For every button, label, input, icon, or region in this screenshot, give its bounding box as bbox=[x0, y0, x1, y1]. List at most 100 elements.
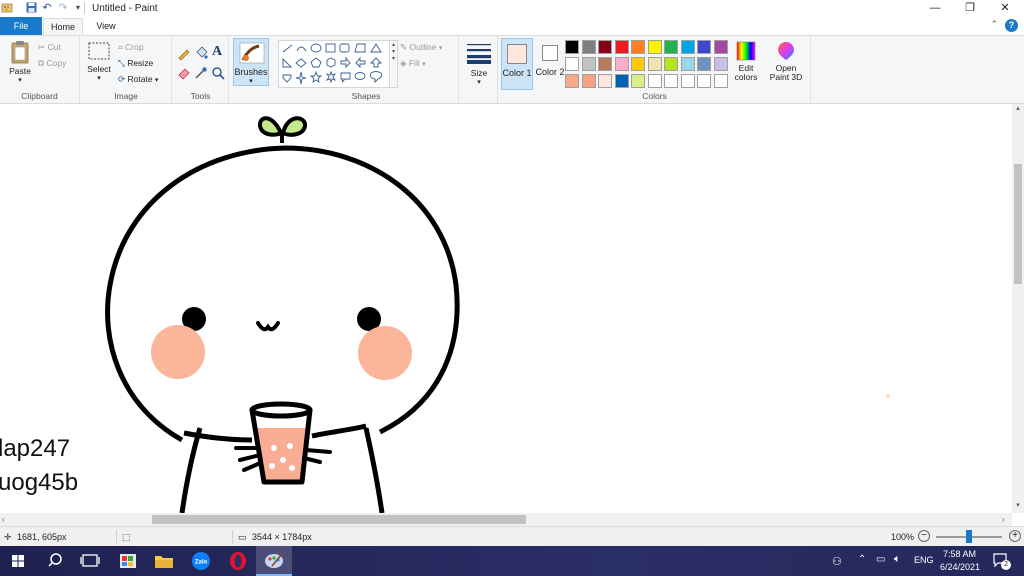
resize-button[interactable]: ⤡ Resize bbox=[118, 58, 153, 69]
canvas-workspace[interactable]: lap247 uog45b bbox=[0, 104, 1012, 513]
brushes-button[interactable]: Brushes ▾ bbox=[233, 38, 269, 86]
search-button[interactable] bbox=[37, 546, 73, 576]
palette-swatch[interactable] bbox=[614, 57, 629, 71]
scroll-up-icon[interactable]: ▴ bbox=[1012, 104, 1024, 116]
show-hidden-icons-icon[interactable]: ⌃ bbox=[858, 554, 866, 565]
drawing-canvas[interactable] bbox=[0, 104, 1012, 513]
clock-date[interactable]: 6/24/2021 bbox=[940, 562, 980, 572]
select-button[interactable]: Select ▾ bbox=[85, 42, 113, 82]
minimize-button[interactable]: — bbox=[918, 0, 952, 17]
vertical-scroll-thumb[interactable] bbox=[1014, 164, 1022, 284]
redo-icon[interactable]: ↷ bbox=[57, 2, 69, 14]
paste-dropdown-icon[interactable]: ▾ bbox=[5, 76, 35, 84]
edit-colors-button[interactable]: Edit colors bbox=[731, 40, 761, 82]
rotate-button[interactable]: ⟳ Rotate ▾ bbox=[118, 74, 158, 85]
palette-swatch[interactable] bbox=[581, 57, 596, 71]
tab-view[interactable]: View bbox=[88, 18, 124, 35]
palette-swatch[interactable] bbox=[565, 74, 579, 88]
palette-swatch[interactable] bbox=[697, 40, 711, 54]
magnifier-icon[interactable] bbox=[211, 66, 225, 80]
restore-button[interactable]: ❐ bbox=[953, 0, 987, 17]
color2-button[interactable]: Color 2 bbox=[535, 38, 567, 90]
select-dropdown-icon[interactable]: ▾ bbox=[85, 74, 113, 82]
palette-swatch[interactable] bbox=[664, 40, 678, 54]
scroll-down-icon[interactable]: ▾ bbox=[1012, 501, 1024, 513]
shapes-gallery[interactable] bbox=[278, 40, 390, 88]
palette-swatch[interactable] bbox=[647, 57, 662, 71]
open-paint3d-button[interactable]: Open Paint 3D bbox=[765, 40, 807, 82]
palette-swatch[interactable] bbox=[697, 74, 711, 88]
palette-swatch[interactable] bbox=[664, 57, 678, 71]
scroll-right-icon[interactable]: › bbox=[1002, 513, 1012, 526]
zoom-out-button[interactable]: − bbox=[918, 530, 930, 542]
clock-time[interactable]: 7:58 AM bbox=[943, 549, 976, 559]
start-button[interactable] bbox=[0, 546, 36, 576]
palette-swatch[interactable] bbox=[647, 40, 662, 54]
palette-swatch[interactable] bbox=[598, 40, 612, 54]
eraser-icon[interactable] bbox=[177, 66, 191, 80]
palette-swatch[interactable] bbox=[713, 40, 728, 54]
palette-swatch[interactable] bbox=[581, 40, 596, 54]
palette-swatch[interactable] bbox=[713, 57, 728, 71]
tab-home[interactable]: Home bbox=[43, 18, 83, 35]
palette-swatch[interactable] bbox=[647, 74, 662, 88]
taskbar-zalo[interactable]: Zalo bbox=[183, 546, 219, 576]
palette-swatch[interactable] bbox=[614, 40, 629, 54]
palette-swatch[interactable] bbox=[664, 74, 678, 88]
horizontal-scroll-thumb[interactable] bbox=[152, 515, 526, 524]
volume-icon[interactable]: 🔈︎ bbox=[894, 553, 901, 566]
fill-bucket-icon[interactable] bbox=[194, 46, 208, 60]
help-icon[interactable]: ? bbox=[1005, 19, 1018, 32]
vertical-scrollbar[interactable]: ▴ ▾ bbox=[1012, 104, 1024, 513]
scroll-left-icon[interactable]: ‹ bbox=[2, 513, 12, 526]
palette-swatch[interactable] bbox=[713, 74, 728, 88]
paste-button[interactable]: Paste ▾ bbox=[5, 40, 35, 84]
palette-swatch[interactable] bbox=[631, 74, 645, 88]
taskbar-paint[interactable] bbox=[256, 546, 292, 576]
crop-button[interactable]: ⌗ Crop bbox=[118, 42, 144, 53]
taskbar-app-store[interactable] bbox=[110, 546, 146, 576]
save-icon[interactable] bbox=[25, 2, 37, 14]
palette-swatch[interactable] bbox=[680, 57, 695, 71]
palette-swatch[interactable] bbox=[614, 74, 629, 88]
palette-swatch[interactable] bbox=[581, 74, 596, 88]
close-button[interactable]: ✕ bbox=[988, 0, 1022, 17]
people-icon[interactable]: ⚇ bbox=[832, 555, 842, 568]
copy-button[interactable]: ⧉ Copy bbox=[38, 58, 66, 69]
tab-file[interactable]: File bbox=[0, 17, 42, 35]
language-indicator[interactable]: ENG bbox=[914, 555, 934, 565]
fill-button[interactable]: ◈ Fill ▾ bbox=[400, 58, 426, 69]
action-center-button[interactable]: 2 bbox=[992, 552, 1011, 570]
outline-button[interactable]: ✎ Outline ▾ bbox=[400, 42, 442, 53]
customize-quick-access-icon[interactable]: ▾ bbox=[72, 2, 84, 14]
image-group-label: Image bbox=[114, 91, 138, 101]
cut-button[interactable]: ✂ Cut bbox=[38, 42, 61, 53]
pencil-icon[interactable] bbox=[177, 46, 191, 60]
taskbar-file-explorer[interactable] bbox=[146, 546, 182, 576]
zoom-slider-thumb[interactable] bbox=[966, 530, 972, 543]
paint-app-icon[interactable] bbox=[1, 2, 13, 14]
color-picker-icon[interactable] bbox=[194, 66, 208, 80]
palette-swatch[interactable] bbox=[598, 74, 612, 88]
shapes-scroll[interactable]: ▴ ▾ ▾ bbox=[390, 40, 398, 88]
palette-swatch[interactable] bbox=[565, 57, 579, 71]
palette-swatch[interactable] bbox=[697, 57, 711, 71]
body-right-line bbox=[363, 427, 385, 513]
battery-icon[interactable]: ▭ bbox=[876, 554, 885, 565]
palette-swatch[interactable] bbox=[565, 40, 579, 54]
color1-button[interactable]: Color 1 bbox=[501, 38, 533, 90]
palette-swatch[interactable] bbox=[680, 74, 695, 88]
taskbar-opera[interactable] bbox=[220, 546, 256, 576]
size-button[interactable]: Size ▾ bbox=[464, 42, 494, 86]
palette-swatch[interactable] bbox=[680, 40, 695, 54]
palette-swatch[interactable] bbox=[598, 57, 612, 71]
undo-icon[interactable]: ↶ bbox=[41, 2, 53, 14]
collapse-ribbon-icon[interactable]: ⌃ bbox=[990, 19, 998, 30]
text-tool-icon[interactable]: A bbox=[212, 44, 222, 60]
palette-swatch[interactable] bbox=[631, 57, 645, 71]
palette-swatch[interactable] bbox=[631, 40, 645, 54]
horizontal-scrollbar[interactable]: ‹ › bbox=[0, 513, 1012, 526]
task-view-button[interactable] bbox=[72, 546, 108, 576]
color-spectrum-icon bbox=[736, 41, 756, 61]
zoom-in-button[interactable]: + bbox=[1009, 530, 1021, 542]
